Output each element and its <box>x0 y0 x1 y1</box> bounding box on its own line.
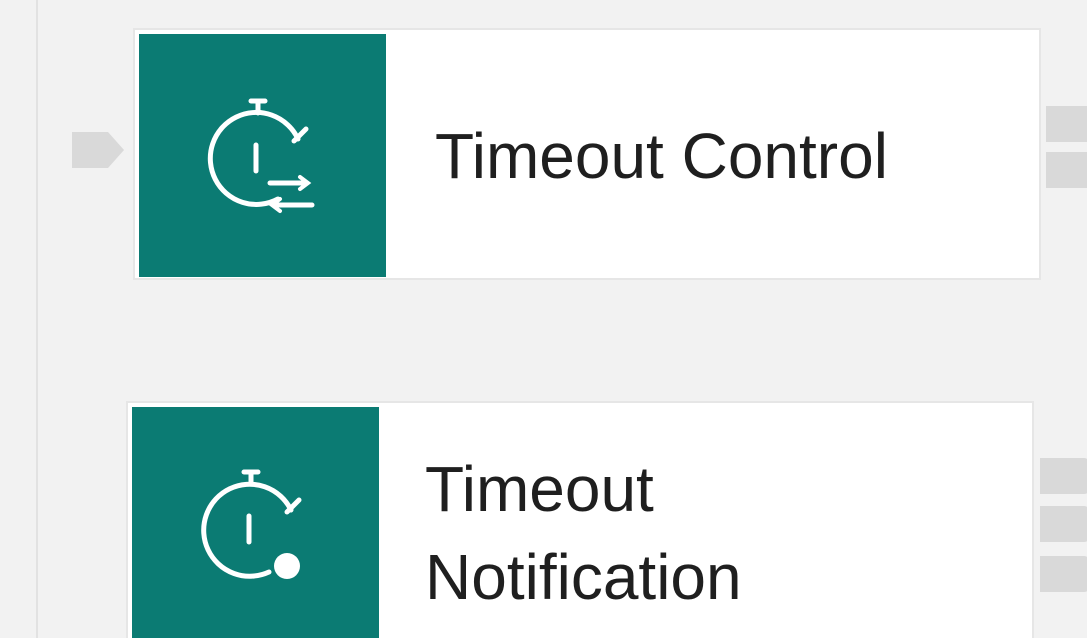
output-port[interactable] <box>1046 106 1087 142</box>
timeout-control-icon <box>207 98 314 213</box>
output-port[interactable] <box>1040 556 1087 592</box>
timeout-control-node[interactable]: Timeout Control <box>133 28 1041 280</box>
output-port[interactable] <box>1040 506 1087 542</box>
node-label: Timeout Control <box>435 120 888 192</box>
timeout-notification-node[interactable]: Timeout Notification <box>126 401 1034 638</box>
workflow-canvas[interactable]: Timeout Control Timeout Notification <box>0 0 1087 638</box>
node-label: Timeout Notification <box>425 453 742 613</box>
input-port[interactable] <box>70 130 126 170</box>
timeout-notification-icon <box>200 469 301 579</box>
output-port[interactable] <box>1040 458 1087 494</box>
output-port[interactable] <box>1046 152 1087 188</box>
canvas-left-divider <box>36 0 38 638</box>
node-icon-box <box>132 407 379 638</box>
node-icon-box <box>139 34 386 277</box>
